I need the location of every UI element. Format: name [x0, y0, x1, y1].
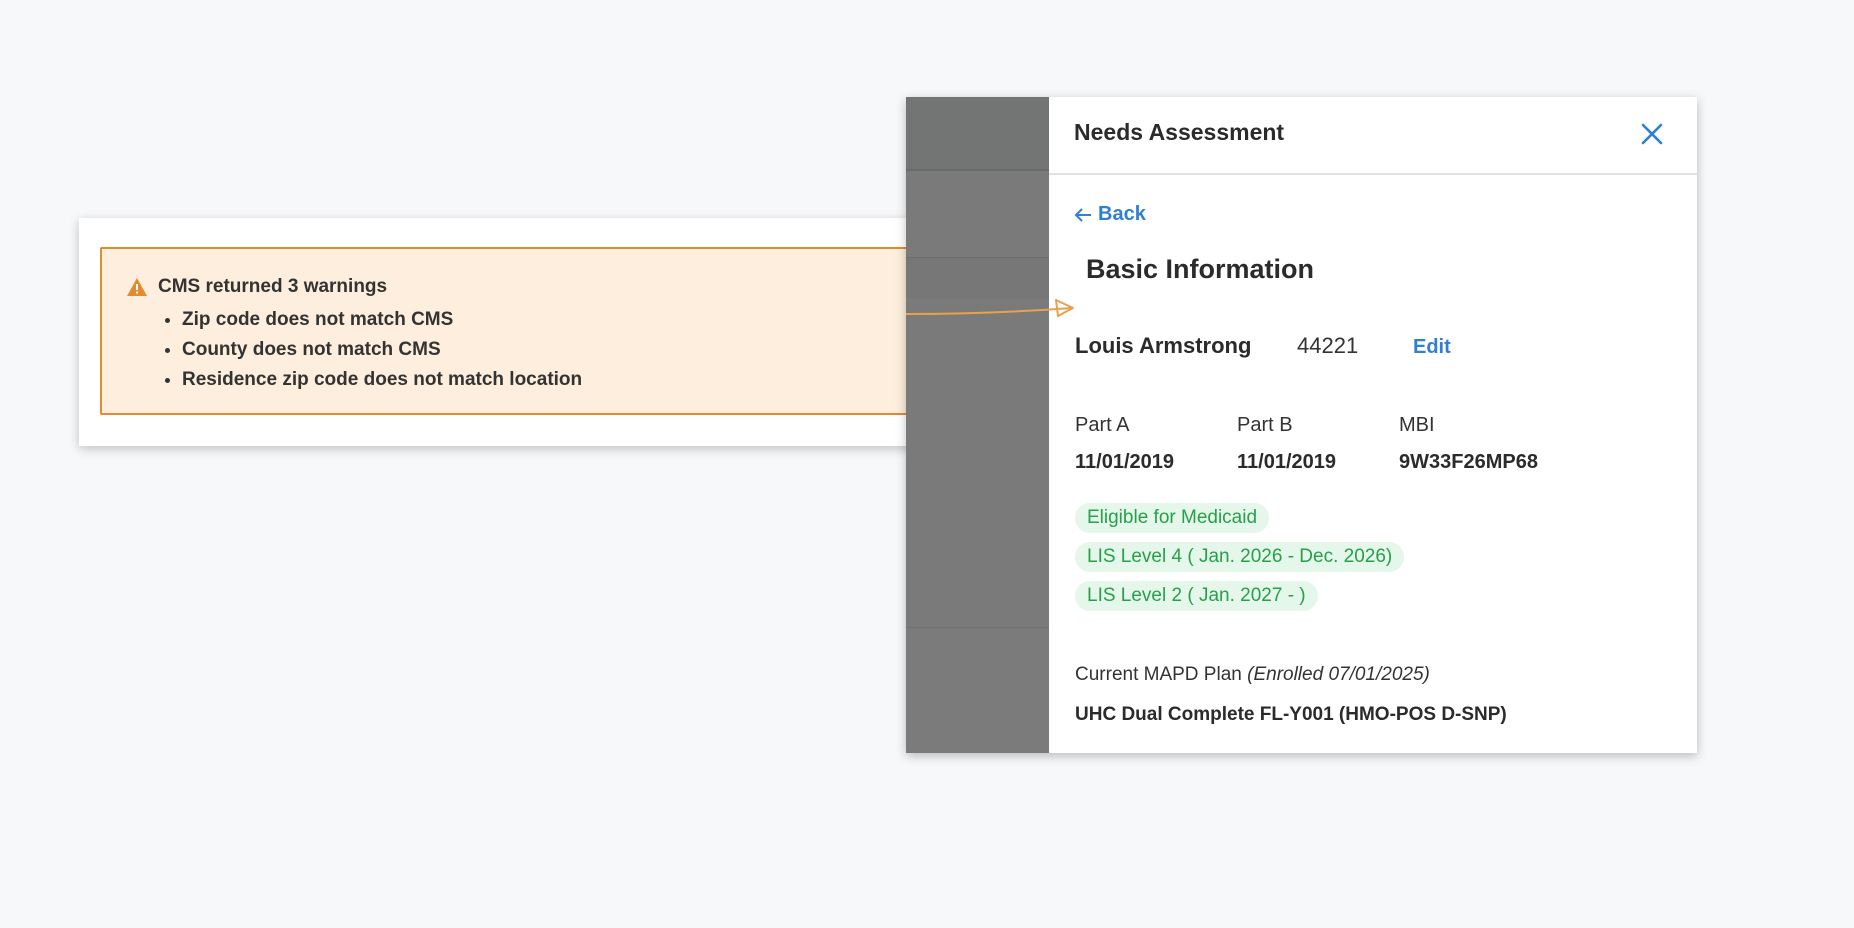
current-plan-label-text: Current MAPD Plan — [1075, 664, 1242, 685]
mbi-field: MBI 9W33F26MP68 — [1399, 414, 1538, 474]
lis-level-tag: LIS Level 4 ( Jan. 2026 - Dec. 2026) — [1075, 542, 1405, 572]
part-b-value: 11/01/2019 — [1237, 451, 1336, 473]
medicaid-eligibility-tag: Eligible for Medicaid — [1075, 503, 1270, 533]
member-zip: 44221 — [1297, 333, 1359, 358]
lis-level-tag: LIS Level 2 ( Jan. 2027 - ) — [1075, 581, 1318, 611]
warning-list: Zip code does not match CMS County does … — [160, 305, 582, 395]
back-link[interactable]: Back — [1074, 203, 1146, 226]
edit-button[interactable]: Edit — [1413, 336, 1451, 359]
warning-callout-card: CMS returned 3 warnings Zip code does no… — [79, 218, 979, 446]
warning-title: CMS returned 3 warnings — [158, 276, 388, 297]
back-link-label: Back — [1098, 203, 1146, 225]
warning-item: Zip code does not match CMS — [182, 305, 582, 335]
dimmed-background-overlay[interactable] — [906, 97, 1049, 753]
warning-item: County does not match CMS — [182, 335, 582, 365]
member-name: Louis Armstrong — [1075, 333, 1252, 358]
part-a-value: 11/01/2019 — [1075, 451, 1174, 473]
close-icon — [1641, 123, 1663, 145]
mbi-value: 9W33F26MP68 — [1399, 451, 1538, 473]
arrow-left-icon — [1074, 207, 1091, 222]
needs-assessment-panel-screenshot: Needs Assessment Back Basic Information … — [906, 97, 1697, 753]
drawer-header: Needs Assessment — [1049, 97, 1697, 175]
enrolled-date: (Enrolled 07/01/2025) — [1247, 664, 1430, 685]
part-a-label: Part A — [1075, 414, 1130, 436]
part-a-field: Part A 11/01/2019 — [1075, 414, 1174, 474]
current-plan-value: UHC Dual Complete FL-Y001 (HMO-POS D-SNP… — [1075, 704, 1507, 725]
cms-warning-alert: CMS returned 3 warnings Zip code does no… — [100, 247, 946, 415]
needs-assessment-drawer: Needs Assessment Back Basic Information … — [1049, 97, 1697, 753]
close-button[interactable] — [1637, 119, 1667, 149]
warning-header: CMS returned 3 warnings — [126, 276, 387, 298]
member-row: Louis Armstrong 44221 Edit — [1075, 333, 1451, 359]
warning-triangle-icon — [126, 277, 148, 297]
part-b-label: Part B — [1237, 414, 1293, 436]
drawer-title: Needs Assessment — [1074, 119, 1285, 145]
part-b-field: Part B 11/01/2019 — [1237, 414, 1336, 474]
section-title: Basic Information — [1086, 254, 1315, 284]
warning-item: Residence zip code does not match locati… — [182, 365, 582, 395]
mbi-label: MBI — [1399, 414, 1435, 436]
current-plan-label: Current MAPD Plan (Enrolled 07/01/2025) — [1075, 664, 1430, 686]
